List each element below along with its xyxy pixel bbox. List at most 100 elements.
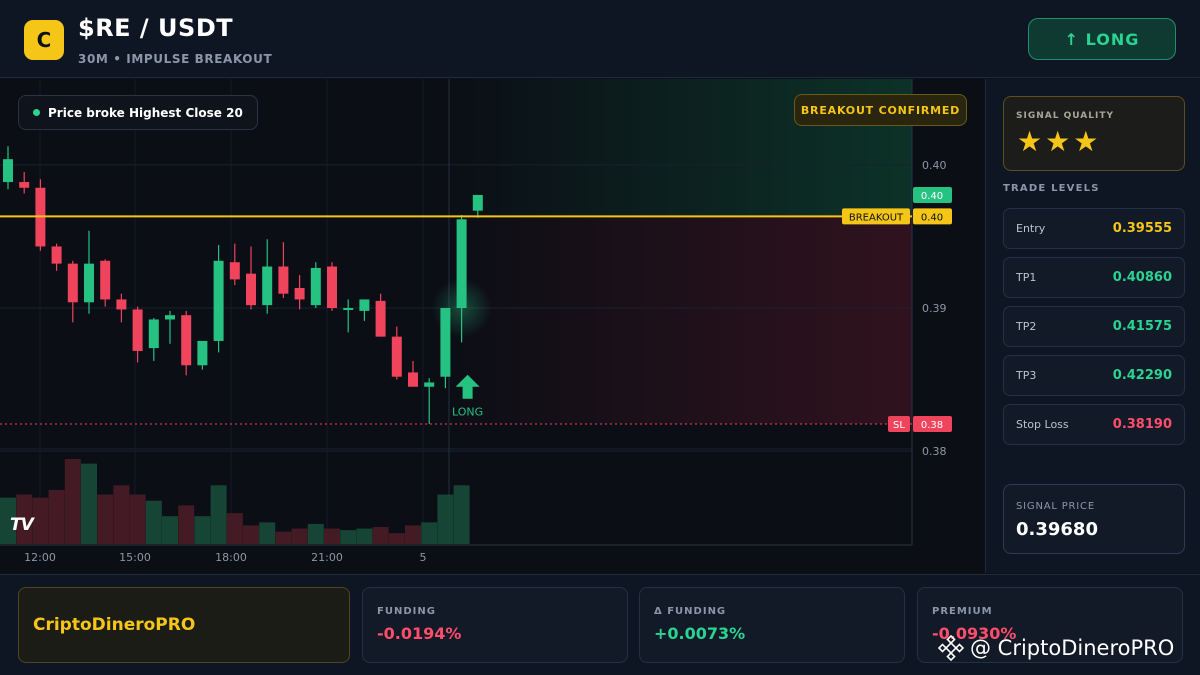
- level-value: 0.41575: [1112, 319, 1172, 334]
- level-value: 0.42290: [1112, 368, 1172, 383]
- time-tick-label: 5: [420, 551, 427, 564]
- candle-body: [84, 263, 94, 303]
- candle-body: [246, 273, 256, 306]
- binance-diamond-icon: [938, 635, 964, 661]
- volume-bar: [307, 523, 324, 544]
- candle-body: [197, 340, 208, 366]
- volume-bar: [275, 531, 292, 544]
- candle-body: [294, 287, 305, 300]
- level-tp3: TP3 0.42290: [1003, 355, 1185, 396]
- level-entry: Entry 0.39555: [1003, 208, 1185, 249]
- candle-body: [343, 308, 354, 311]
- status-dot-icon: [33, 109, 40, 116]
- signal-price-card: SIGNAL PRICE 0.39680: [1003, 484, 1185, 554]
- funding-value: -0.0194%: [377, 624, 462, 643]
- tradingview-logo-icon: TV: [10, 515, 34, 535]
- volume-bar: [145, 500, 162, 544]
- delta-funding-value: +0.0073%: [654, 624, 746, 643]
- candle-body: [424, 382, 435, 387]
- time-tick-label: 12:00: [24, 551, 56, 564]
- volume-bar: [113, 485, 130, 544]
- candle-body: [132, 309, 143, 351]
- price-tick-label: 0.39: [922, 302, 947, 315]
- candle-body: [359, 299, 370, 311]
- stop-price-tag: 0.38: [921, 420, 943, 431]
- breakout-confirmed-badge: BREAKOUT CONFIRMED: [794, 94, 967, 126]
- volume-bar: [340, 530, 357, 544]
- timeframe-subtitle: 30M • IMPULSE BREAKOUT: [78, 52, 273, 66]
- candle-body: [375, 300, 386, 337]
- level-name: TP3: [1016, 369, 1037, 382]
- volume-bar: [97, 494, 114, 544]
- level-tp2: TP2 0.41575: [1003, 306, 1185, 347]
- footer: CriptoDineroPRO FUNDING -0.0194% Δ FUNDI…: [0, 574, 1200, 675]
- long-marker-label: LONG: [452, 406, 483, 419]
- risk-zone: [440, 216, 912, 424]
- delta-funding-label: Δ FUNDING: [654, 606, 727, 617]
- volume-bar: [324, 528, 340, 544]
- price-tick-label: 0.40: [922, 159, 947, 172]
- candle-body: [229, 262, 240, 280]
- volume-bar: [405, 525, 421, 544]
- coin-logo: C: [24, 20, 64, 60]
- time-tick-label: 21:00: [311, 551, 343, 564]
- signal-panel: SIGNAL QUALITY ★★★ TRADE LEVELS Entry 0.…: [985, 79, 1200, 573]
- price-tick-label: 0.38: [922, 445, 947, 458]
- volume-bar: [388, 533, 405, 544]
- candle-body: [472, 194, 483, 211]
- candle-body: [100, 260, 111, 300]
- candle-body: [456, 219, 467, 309]
- price-chart[interactable]: LONG 0.40 0.39 0.38 12:00 15:00 18:00 21:00 5 BRE…: [0, 79, 984, 573]
- volume-bar: [226, 513, 243, 544]
- volume-bar: [259, 522, 276, 544]
- signal-price-label: SIGNAL PRICE: [1016, 501, 1095, 512]
- last-price-tag: 0.40: [921, 191, 943, 202]
- app-root: C $RE / USDT 30M • IMPULSE BREAKOUT ↑ LO…: [0, 0, 1200, 675]
- brand-card: CriptoDineroPRO: [18, 587, 350, 663]
- volume-bar: [421, 522, 438, 544]
- stop-tag-label: SL: [893, 420, 905, 431]
- level-value: 0.38190: [1112, 417, 1172, 432]
- breakout-tag-label: BREAKOUT: [849, 212, 904, 223]
- volume-bar: [291, 528, 308, 544]
- premium-label: PREMIUM: [932, 606, 993, 617]
- level-name: Entry: [1016, 222, 1046, 235]
- candle-body: [408, 372, 418, 387]
- candle-body: [116, 299, 127, 310]
- signal-quality-label: SIGNAL QUALITY: [1016, 111, 1114, 121]
- volume-bar: [129, 494, 146, 544]
- level-name: TP2: [1016, 320, 1037, 333]
- volume-bar: [32, 497, 49, 544]
- volume-bar: [64, 459, 81, 544]
- chart-canvas[interactable]: LONG 0.40 0.39 0.38 12:00 15:00 18:00 21:00 5 BRE…: [0, 79, 984, 573]
- candle-body: [67, 263, 78, 303]
- candle-body: [19, 182, 30, 188]
- trade-levels-title: TRADE LEVELS: [1003, 183, 1100, 194]
- time-tick-label: 18:00: [215, 551, 247, 564]
- candle-body: [327, 266, 337, 309]
- breakout-price-tag: 0.40: [921, 212, 943, 223]
- candle-body: [391, 336, 402, 377]
- signal-price-value: 0.39680: [1016, 519, 1098, 540]
- volume-bar: [210, 485, 227, 544]
- watermark-text: @ CriptoDineroPRO: [970, 636, 1175, 660]
- long-button[interactable]: ↑ LONG: [1028, 18, 1176, 60]
- candle-body: [278, 266, 289, 294]
- candle-body: [51, 246, 62, 264]
- level-tp1: TP1 0.40860: [1003, 257, 1185, 298]
- volume-bar: [453, 485, 470, 544]
- volume-bar: [243, 525, 259, 544]
- volume-bar: [194, 516, 211, 544]
- volume-bar: [437, 494, 454, 544]
- level-stop-loss: Stop Loss 0.38190: [1003, 404, 1185, 445]
- delta-funding-card: Δ FUNDING +0.0073%: [639, 587, 905, 663]
- time-tick-label: 15:00: [119, 551, 151, 564]
- volume-bar: [162, 516, 178, 544]
- breakout-note-text: Price broke Highest Close 20: [48, 105, 243, 120]
- volume-bar: [48, 489, 65, 544]
- candle-body: [165, 315, 175, 320]
- pair-title: $RE / USDT: [78, 14, 234, 42]
- header: C $RE / USDT 30M • IMPULSE BREAKOUT ↑ LO…: [0, 0, 1200, 78]
- candle-body: [213, 260, 224, 341]
- volume-bar: [372, 527, 389, 544]
